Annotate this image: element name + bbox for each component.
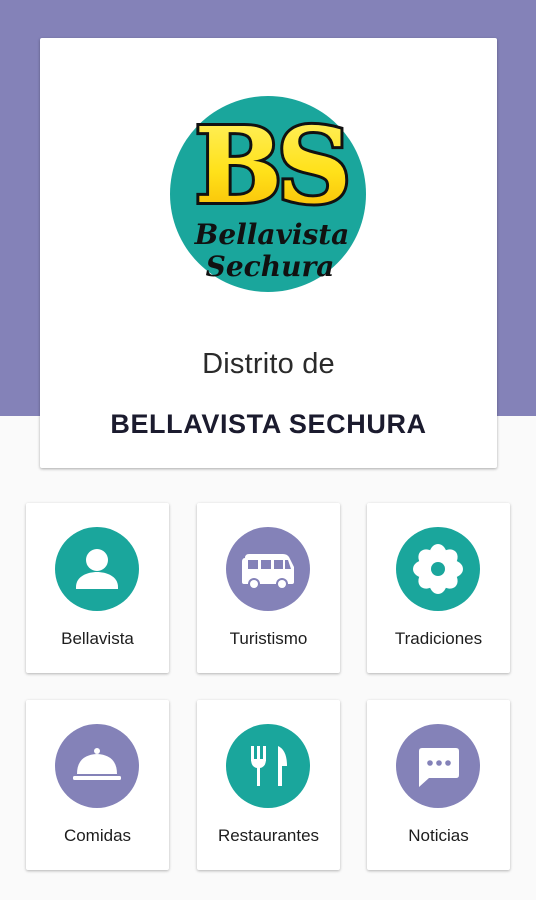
cloche-icon [55,724,139,808]
tile-label: Noticias [408,826,469,845]
menu-tile-turistismo[interactable]: Turistismo [197,503,340,673]
app-screen: BS Bellavista Sechura Distrito de BELLAV… [0,0,536,900]
district-subtitle: Distrito de [202,348,335,380]
logo-line1: Bellavista [194,218,350,251]
restaurant-icon [226,724,310,808]
logo-initials: BS [194,104,345,227]
bus-icon [226,527,310,611]
bellavista-sechura-logo: BS Bellavista Sechura [170,96,366,292]
logo-line2: Sechura [206,250,335,283]
flower-icon [396,527,480,611]
tile-label: Turistismo [229,629,308,648]
menu-tile-tradiciones[interactable]: Tradiciones [367,503,510,673]
person-icon [55,527,139,611]
hero-card: BS Bellavista Sechura Distrito de BELLAV… [40,38,497,468]
district-title: BELLAVISTA SECHURA [110,409,427,439]
tile-label: Comidas [63,826,132,845]
message-icon [396,724,480,808]
menu-tile-restaurantes[interactable]: Restaurantes [197,700,340,870]
menu-tile-noticias[interactable]: Noticias [367,700,510,870]
tile-label: Bellavista [61,629,134,648]
tile-label: Tradiciones [394,629,483,648]
tile-label: Restaurantes [217,826,320,845]
menu-tile-bellavista[interactable]: Bellavista [26,503,169,673]
menu-tile-comidas[interactable]: Comidas [26,700,169,870]
